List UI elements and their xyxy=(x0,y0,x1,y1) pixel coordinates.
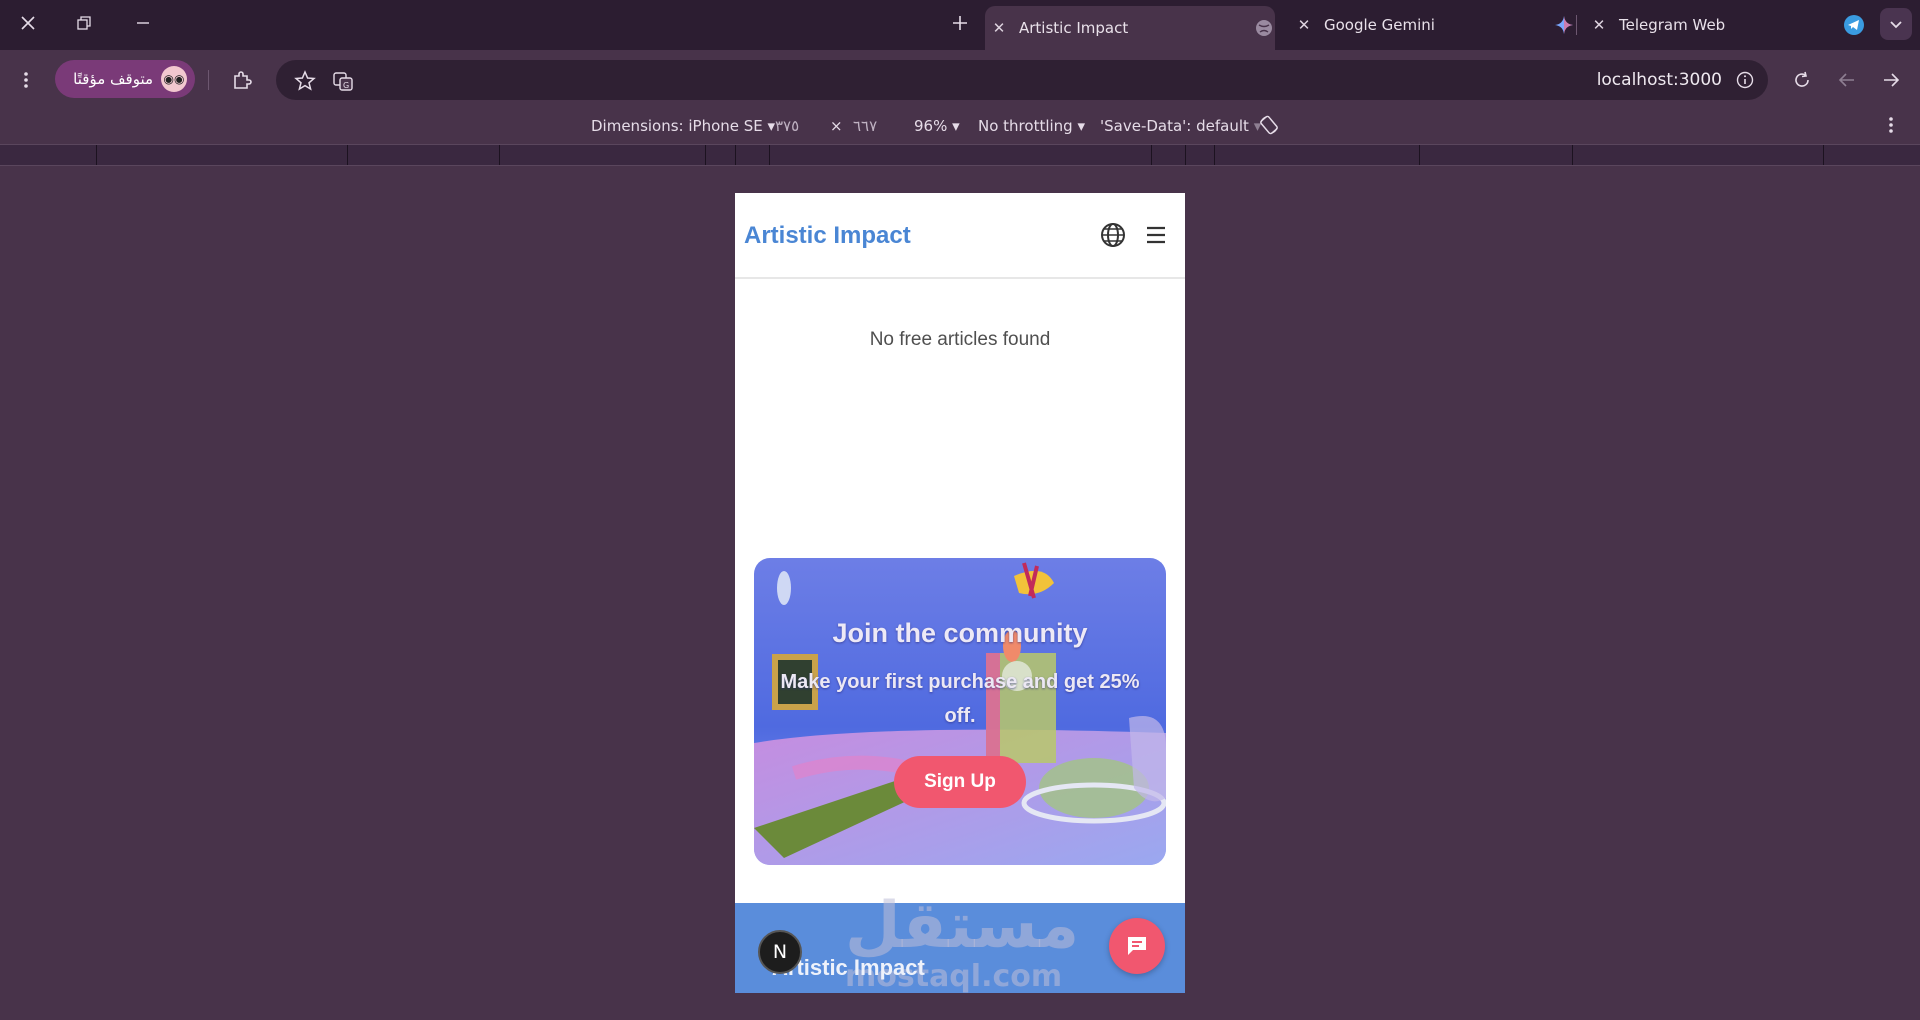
profile-label: متوقف مؤقتًا xyxy=(73,70,153,88)
restore-window-icon[interactable] xyxy=(69,8,99,38)
gemini-icon xyxy=(1553,14,1575,36)
tab-artistic-impact[interactable]: ✕ Artistic Impact xyxy=(985,6,1275,50)
tab-divider xyxy=(1576,15,1577,35)
zoom-label: 96% xyxy=(914,117,948,135)
width-input[interactable]: ٣٧٥ xyxy=(775,117,799,135)
device-toolbar: Dimensions: iPhone SE ▾ ٣٧٥ × ٦٦٧ 96% ▾ … xyxy=(0,108,1920,144)
tab-google-gemini[interactable]: ✕ Google Gemini xyxy=(1290,7,1575,43)
site-footer: مستقل mostaql.com Artistic Impact N xyxy=(735,889,1185,993)
new-tab-icon[interactable] xyxy=(945,8,975,38)
promo-banner: Join the community Make your first purch… xyxy=(754,558,1166,865)
zoom-dropdown[interactable]: 96% ▾ xyxy=(914,117,960,135)
height-input[interactable]: ٦٦٧ xyxy=(853,117,877,135)
site-logo[interactable]: Artistic Impact xyxy=(744,222,911,250)
save-data-dropdown[interactable]: 'Save-Data': default ▾ xyxy=(1100,117,1261,135)
chat-icon xyxy=(1128,937,1146,955)
reload-icon[interactable] xyxy=(1789,67,1815,93)
minimize-window-icon[interactable] xyxy=(128,8,158,38)
dimensions-label: Dimensions: iPhone SE xyxy=(591,117,763,135)
device-viewport: Artistic Impact No free articles found J… xyxy=(735,193,1185,993)
address-bar[interactable]: G localhost:3000 xyxy=(276,60,1768,100)
tab-telegram-web[interactable]: ✕ Telegram Web xyxy=(1585,7,1865,43)
kebab-menu-icon[interactable] xyxy=(14,68,38,92)
tab-strip: ✕ Artistic Impact ✕ Google Gemini ✕ Tele… xyxy=(0,0,1920,50)
telegram-icon xyxy=(1843,14,1865,36)
throttling-dropdown[interactable]: No throttling ▾ xyxy=(978,117,1085,135)
save-data-label: 'Save-Data': default xyxy=(1100,117,1249,135)
globe-icon xyxy=(1253,17,1275,39)
language-globe-icon[interactable] xyxy=(1100,222,1126,248)
translate-icon[interactable]: G xyxy=(332,70,354,92)
sign-up-button[interactable]: Sign Up xyxy=(894,756,1026,808)
browser-toolbar: متوقف مؤقتًا ◉◉ G localhost:3000 xyxy=(0,50,1920,108)
toolbar-separator xyxy=(208,70,209,90)
nextjs-dev-badge[interactable]: N xyxy=(758,930,802,974)
back-icon[interactable] xyxy=(1834,67,1860,93)
empty-articles-message: No free articles found xyxy=(869,329,1051,350)
tab-close-icon[interactable]: ✕ xyxy=(1585,16,1613,34)
rotate-icon[interactable] xyxy=(1258,114,1280,140)
promo-text: Make your first purchase and get 25% off… xyxy=(780,671,1140,727)
chat-button[interactable] xyxy=(1109,918,1165,974)
extensions-icon[interactable] xyxy=(229,67,255,93)
site-info-icon[interactable] xyxy=(1736,71,1754,89)
profile-chip[interactable]: متوقف مؤقتًا ◉◉ xyxy=(55,60,195,98)
promo-title: Join the community xyxy=(832,618,1088,648)
times-sign: × xyxy=(830,117,843,135)
tab-search-chevron-icon[interactable] xyxy=(1880,8,1912,40)
media-query-ruler xyxy=(0,144,1920,166)
forward-icon[interactable] xyxy=(1878,67,1904,93)
avatar: ◉◉ xyxy=(161,66,187,92)
svg-text:G: G xyxy=(343,81,349,90)
url-text: localhost:3000 xyxy=(1596,70,1722,90)
tab-close-icon[interactable]: ✕ xyxy=(985,19,1013,37)
tab-title: Google Gemini xyxy=(1324,16,1435,34)
site-header: Artistic Impact xyxy=(735,193,1185,279)
tab-title: Telegram Web xyxy=(1619,16,1726,34)
dimensions-dropdown[interactable]: Dimensions: iPhone SE ▾ xyxy=(591,117,775,135)
device-menu-icon[interactable] xyxy=(1888,116,1894,138)
close-window-icon[interactable] xyxy=(13,8,43,38)
tab-close-icon[interactable]: ✕ xyxy=(1290,16,1318,34)
star-icon[interactable] xyxy=(294,70,316,92)
tab-title: Artistic Impact xyxy=(1019,19,1129,37)
throttling-label: No throttling xyxy=(978,117,1073,135)
menu-hamburger-icon[interactable] xyxy=(1145,224,1167,246)
watermark-logo: مستقل xyxy=(845,889,1080,963)
